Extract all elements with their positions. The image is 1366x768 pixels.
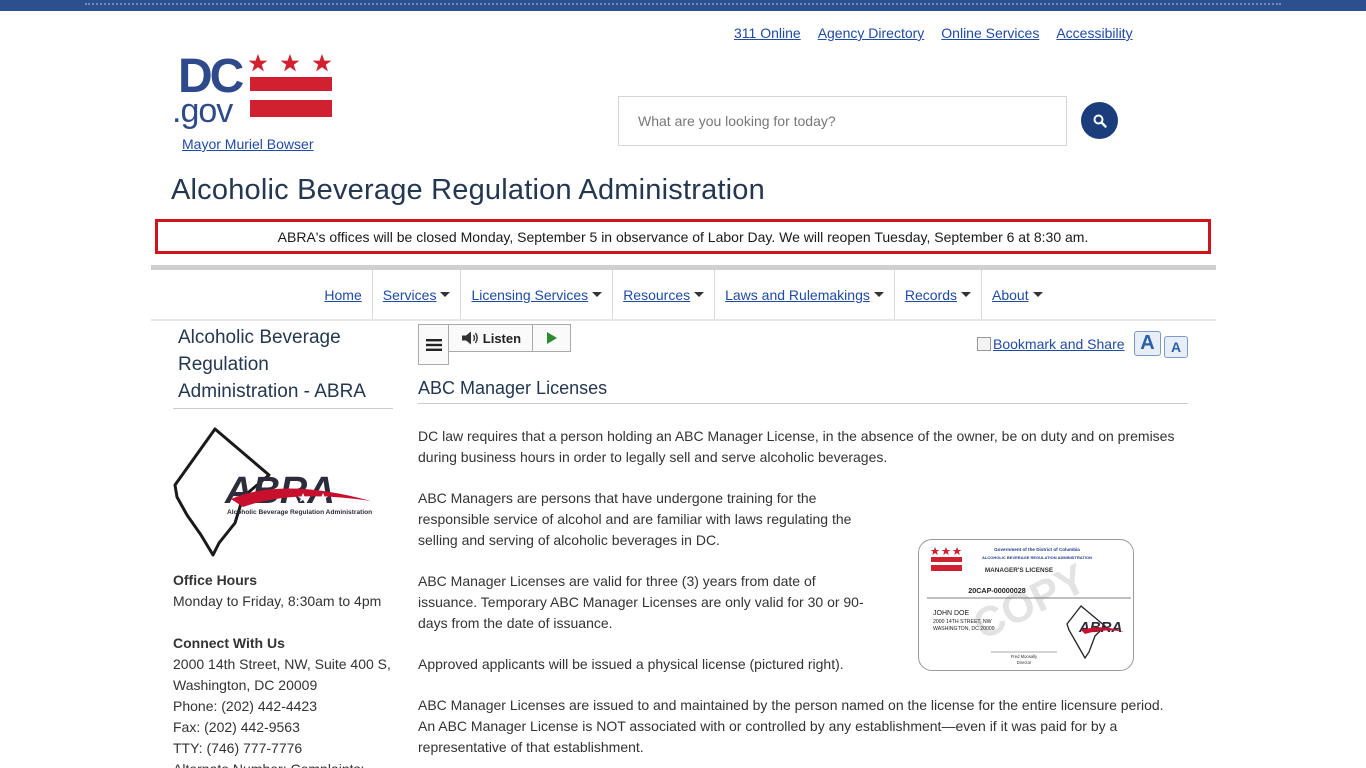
- fax-text: Fax: (202) 442-9563: [173, 719, 300, 735]
- nav-label: Laws and Rulemakings: [725, 286, 870, 303]
- banner-dots: [85, 3, 1281, 5]
- search-input[interactable]: [618, 96, 1067, 146]
- paragraph-3: ABC Manager Licenses are valid for three…: [418, 573, 864, 631]
- closure-alert: ABRA's offices will be closed Monday, Se…: [155, 219, 1211, 254]
- dc-gov-logo[interactable]: DC .gov: [170, 50, 335, 130]
- readspeaker-menu-button[interactable]: [418, 324, 449, 365]
- phone-text: Phone: (202) 442-4423: [173, 698, 317, 714]
- bookmark-label: Bookmark and Share: [993, 336, 1125, 352]
- flag-bar-1: [250, 77, 332, 91]
- tty-text: TTY: (746) 777-7776: [173, 740, 303, 756]
- play-icon: [532, 325, 570, 351]
- link-agency-directory[interactable]: Agency Directory: [818, 25, 925, 41]
- nav-label: Records: [904, 286, 957, 303]
- speaker-icon: [457, 331, 483, 345]
- nav-licensing-services[interactable]: Licensing Services: [460, 270, 612, 319]
- svg-text:.gov: .gov: [172, 92, 233, 130]
- card-signer-title: Director: [1017, 660, 1032, 665]
- star-3: [312, 54, 332, 72]
- paragraph-5-text: ABC Manager Licenses are issued to and m…: [418, 697, 1164, 755]
- increase-font-button[interactable]: A: [1134, 331, 1161, 356]
- office-hours-text: Monday to Friday, 8:30am to 4pm: [173, 593, 382, 609]
- search-icon: [1093, 114, 1107, 128]
- broken-image-icon: [977, 337, 991, 351]
- flag-bar-2: [250, 100, 332, 117]
- content-toolbar: Listen Bookmark and Share A A: [418, 324, 1188, 366]
- sidebar: Alcoholic Beverage Regulation Administra…: [173, 324, 395, 768]
- abra-logo-caption: Alcoholic Beverage Regulation Administra…: [227, 509, 372, 516]
- abra-logo: ABRA Alcoholic Beverage Regulation Admin…: [173, 427, 372, 557]
- nav-about[interactable]: About: [981, 270, 1053, 319]
- caret-down-icon: [873, 292, 884, 297]
- bookmark-and-share-link[interactable]: Bookmark and Share: [977, 336, 1125, 352]
- nav-resources[interactable]: Resources: [612, 270, 714, 319]
- mayor-link[interactable]: Mayor Muriel Bowser: [182, 136, 313, 152]
- card-number: 20CAP-00000028: [968, 586, 1026, 595]
- card-street: 2000 14TH STREET, NW: [933, 619, 992, 625]
- nav-label: Services: [382, 286, 437, 303]
- nav-label: About: [992, 286, 1029, 303]
- license-card-graphic: Government of the District of Columbia A…: [927, 547, 1131, 665]
- caret-down-icon: [961, 292, 971, 297]
- license-card-image: Government of the District of Columbia A…: [918, 539, 1134, 671]
- address-line-2: Washington, DC 20009: [173, 677, 318, 693]
- link-online-services[interactable]: Online Services: [941, 25, 1039, 41]
- top-banner-strip: [0, 0, 1366, 11]
- caret-down-icon: [694, 292, 705, 297]
- caret-down-icon: [440, 292, 451, 297]
- utility-links: 311 Online Agency Directory Online Servi…: [734, 25, 1133, 41]
- nav-label: Licensing Services: [471, 286, 589, 303]
- nav-label: Resources: [623, 286, 691, 303]
- decrease-font-button[interactable]: A: [1164, 336, 1188, 358]
- card-agency-line: ALCOHOLIC BEVERAGE REGULATION ADMINISTRA…: [982, 555, 1092, 560]
- page-heading: ABC Manager Licenses: [418, 378, 1188, 404]
- sidebar-title: Alcoholic Beverage Regulation Administra…: [173, 324, 393, 409]
- main-nav: Home Services Licensing Services Resourc…: [151, 265, 1216, 321]
- nav-label: Home: [324, 286, 362, 303]
- nav-records[interactable]: Records: [893, 270, 981, 319]
- card-name: JOHN DOE: [933, 610, 970, 617]
- paragraph-5: ABC Manager Licenses are issued to and m…: [418, 695, 1168, 758]
- caret-down-icon: [592, 292, 603, 297]
- office-hours-heading: Office Hours: [173, 572, 258, 588]
- card-city: WASHINGTON, DC 20009: [933, 626, 995, 632]
- caret-down-icon: [1032, 292, 1043, 297]
- link-accessibility[interactable]: Accessibility: [1056, 25, 1132, 41]
- address-line-1: 2000 14th Street, NW, Suite 400 S,: [173, 656, 391, 672]
- paragraph-2: ABC Managers are persons that have under…: [418, 490, 852, 548]
- card-signer: Fred Moosally: [1011, 654, 1038, 659]
- paragraph-1: DC law requires that a person holding an…: [418, 428, 1175, 465]
- alternate-number-text: Alternate Number: Complaints:: [173, 759, 395, 768]
- star-1: [248, 54, 268, 72]
- nav-laws-and-rulemakings[interactable]: Laws and Rulemakings: [714, 270, 894, 319]
- listen-label: Listen: [482, 330, 522, 346]
- nav-services[interactable]: Services: [371, 270, 461, 319]
- alert-text: ABRA's offices will be closed Monday, Se…: [277, 228, 1089, 245]
- listen-button[interactable]: Listen: [448, 324, 571, 352]
- nav-home[interactable]: Home: [314, 270, 371, 319]
- star-2: [280, 54, 300, 72]
- hamburger-icon: [425, 338, 442, 351]
- card-gov-line: Government of the District of Columbia: [994, 547, 1080, 552]
- search-button[interactable]: [1081, 102, 1118, 139]
- link-311-online[interactable]: 311 Online: [734, 25, 801, 41]
- connect-heading: Connect With Us: [173, 635, 285, 651]
- agency-title: Alcoholic Beverage Regulation Administra…: [171, 174, 765, 206]
